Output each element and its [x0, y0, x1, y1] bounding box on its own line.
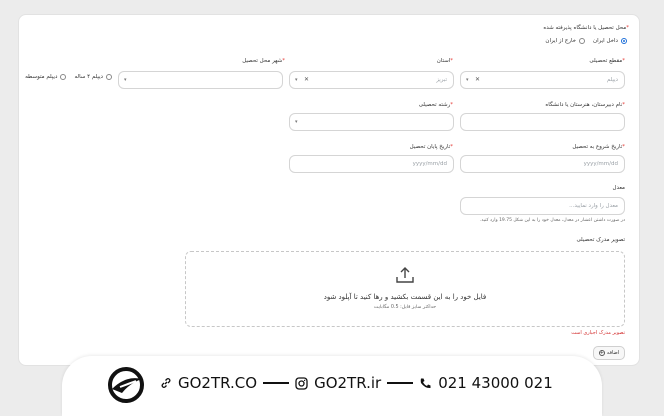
- start-date-label: *تاریخ شروع به تحصیل: [572, 144, 625, 150]
- radio-diploma-4-year[interactable]: دیپلم ۴ ساله: [74, 74, 112, 80]
- clear-icon[interactable]: ✕: [304, 76, 309, 83]
- certificate-error: تصویر مدرک اجباری است: [571, 330, 625, 336]
- separator: [387, 382, 414, 384]
- end-date-input[interactable]: yyyy/mm/dd: [289, 155, 454, 173]
- start-date-input[interactable]: yyyy/mm/dd: [460, 155, 625, 173]
- separator: [263, 382, 290, 384]
- education-level-select[interactable]: دیپلم ✕ ▾: [460, 71, 625, 89]
- link-icon: [160, 377, 172, 389]
- province-select[interactable]: تبریز ✕ ▾: [289, 71, 454, 89]
- chevron-down-icon: ▾: [295, 77, 298, 83]
- province-label: *استان: [436, 58, 453, 64]
- city-label: *شهر محل تحصیل: [242, 58, 285, 64]
- radio-unchecked-icon: [106, 74, 112, 80]
- phone-number[interactable]: 021 43000 021: [438, 374, 553, 392]
- certificate-label: تصویر مدرک تحصیلی: [576, 237, 625, 243]
- instagram-handle[interactable]: GO2TR.ir: [314, 374, 381, 392]
- study-place-label: *محل تحصیل یا دانشگاه پذیرفته شده: [543, 25, 629, 31]
- gpa-label: معدل: [612, 185, 625, 191]
- gpa-hint: در صورت داشتن اعشار در معدل، معدل خود را…: [479, 218, 625, 223]
- contact-banner: GO2TR.CO GO2TR.ir 021 43000 021: [62, 356, 602, 416]
- brand-logo-icon: [108, 367, 144, 403]
- gpa-input[interactable]: معدل را وارد نمایید...: [460, 197, 625, 215]
- school-name-input[interactable]: [460, 113, 625, 131]
- phone-icon: [419, 377, 432, 390]
- website-link[interactable]: GO2TR.CO: [178, 374, 257, 392]
- radio-outside-iran[interactable]: خارج از ایران: [545, 38, 586, 44]
- field-of-study-label: *رشته تحصیلی: [418, 102, 453, 108]
- contact-info: GO2TR.CO GO2TR.ir 021 43000 021: [160, 374, 553, 392]
- school-name-label: *نام دبیرستان، هنرستان یا دانشگاه: [545, 102, 625, 108]
- instagram-icon: [295, 376, 308, 390]
- radio-diploma-high-school[interactable]: دیپلم متوسطه: [25, 74, 67, 80]
- education-form-card: *محل تحصیل یا دانشگاه پذیرفته شده داخل ا…: [18, 14, 640, 366]
- chevron-down-icon: ▾: [124, 77, 127, 83]
- radio-unchecked-icon: [60, 74, 67, 80]
- radio-unchecked-icon: [579, 38, 586, 44]
- clear-icon[interactable]: ✕: [475, 76, 480, 83]
- field-of-study-select[interactable]: ▾: [289, 113, 454, 131]
- dropzone-text: فایل خود را به این قسمت بکشید و رها کنید…: [323, 293, 487, 301]
- chevron-down-icon: ▾: [466, 77, 469, 83]
- add-button[interactable]: اضافه +: [593, 346, 625, 360]
- chevron-down-icon: ▾: [295, 119, 298, 125]
- upload-icon: [396, 267, 414, 283]
- diploma-type-radio-group: دیپلم ۴ ساله دیپلم متوسطه: [25, 74, 112, 80]
- certificate-dropzone[interactable]: فایل خود را به این قسمت بکشید و رها کنید…: [185, 251, 625, 327]
- radio-checked-icon: [621, 38, 627, 44]
- education-level-label: *مقطع تحصیلی: [589, 58, 625, 64]
- plus-icon: +: [598, 350, 605, 356]
- max-file-size-text: حداکثر سایز فایل: 0.5 مگابایت: [373, 305, 437, 310]
- city-select[interactable]: ▾: [118, 71, 283, 89]
- radio-inside-iran[interactable]: داخل ایران: [593, 38, 627, 44]
- end-date-label: *تاریخ پایان تحصیل: [409, 144, 453, 150]
- study-place-radio-group: داخل ایران خارج از ایران: [545, 38, 627, 44]
